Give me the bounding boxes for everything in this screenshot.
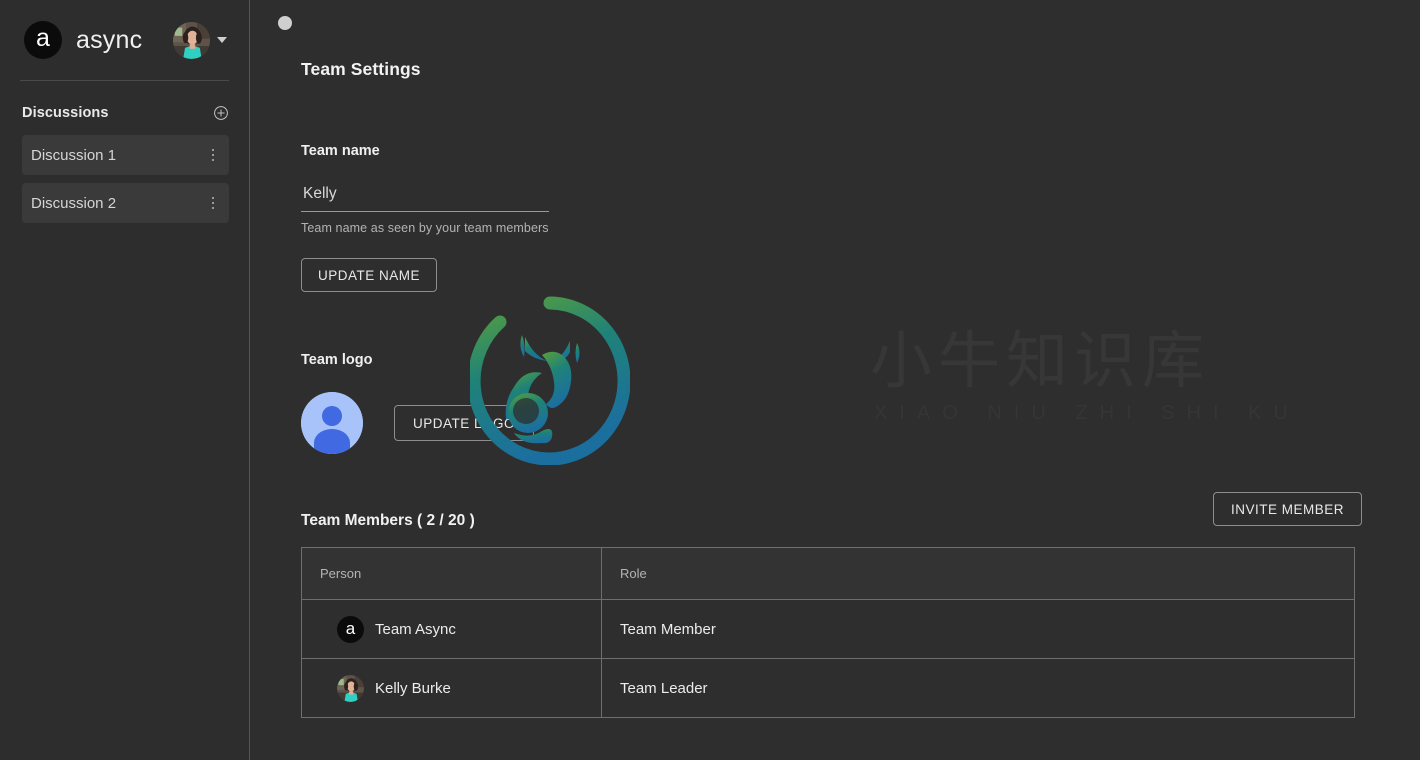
discussions-title: Discussions (22, 105, 109, 121)
update-logo-button[interactable]: UPDATE LOGO (394, 405, 535, 441)
team-members-heading: Team Members ( 2 / 20 ) (301, 512, 475, 529)
app-root: a async Discussions Discussion 1 Discuss… (0, 0, 1420, 760)
person-cell: Kelly Burke (301, 658, 602, 718)
team-logo-row: UPDATE LOGO (301, 392, 535, 454)
table-row[interactable]: a Team Async Team Member (301, 599, 1355, 659)
async-logo-icon[interactable]: a (24, 21, 62, 59)
member-name: Team Async (375, 620, 456, 638)
member-name: Kelly Burke (375, 679, 451, 697)
team-name-helper-text: Team name as seen by your team members (301, 221, 549, 235)
default-person-avatar-icon[interactable] (301, 392, 363, 454)
member-role: Team Leader (601, 658, 1355, 718)
invite-member-button[interactable]: INVITE MEMBER (1213, 492, 1363, 526)
discussions-section-header: Discussions (0, 81, 249, 125)
kebab-menu-icon[interactable] (207, 145, 220, 166)
column-header-role: Role (601, 547, 1355, 600)
avatar (173, 21, 210, 59)
async-logo-avatar: a (337, 615, 364, 643)
avatar (337, 674, 364, 702)
user-menu-button[interactable] (173, 21, 227, 59)
discussion-label: Discussion 1 (31, 146, 117, 164)
status-dot (278, 16, 292, 30)
list-item[interactable]: Discussion 1 (22, 135, 229, 175)
team-name-field-group: Team name Team name as seen by your team… (301, 143, 551, 235)
main-content: Team Settings Team name Team name as see… (250, 0, 1420, 760)
watermark-text-cn: 小牛知识库 (870, 330, 1210, 392)
async-logo-letter: a (36, 23, 50, 52)
plus-circle-icon[interactable] (213, 105, 229, 121)
chevron-down-icon (217, 37, 227, 43)
update-name-button[interactable]: UPDATE NAME (301, 258, 438, 292)
team-name-label: Team name (301, 143, 380, 159)
team-members-table: Person Role a Team Async Team Member Kel… (301, 547, 1355, 718)
sidebar: a async Discussions Discussion 1 Discuss… (0, 0, 250, 760)
watermark-text-pinyin: XIAO NIU ZHI SHI KU (874, 402, 1300, 425)
list-item[interactable]: Discussion 2 (22, 183, 229, 223)
table-row[interactable]: Kelly Burke Team Leader (301, 658, 1355, 718)
team-logo-label: Team logo (301, 352, 373, 368)
person-cell: a Team Async (301, 599, 602, 659)
team-name-input[interactable] (301, 185, 549, 212)
brand-name: async (76, 25, 143, 54)
kebab-menu-icon[interactable] (207, 193, 220, 214)
column-header-person: Person (301, 547, 602, 600)
sidebar-header: a async (0, 0, 249, 80)
watermark-overlay: 小牛知识库 XIAO NIU ZHI SHI KU (470, 295, 1204, 475)
discussion-list: Discussion 1 Discussion 2 (0, 125, 249, 223)
discussion-label: Discussion 2 (31, 194, 117, 212)
member-role: Team Member (601, 599, 1355, 659)
table-header-row: Person Role (301, 547, 1355, 600)
page-title: Team Settings (301, 59, 421, 79)
